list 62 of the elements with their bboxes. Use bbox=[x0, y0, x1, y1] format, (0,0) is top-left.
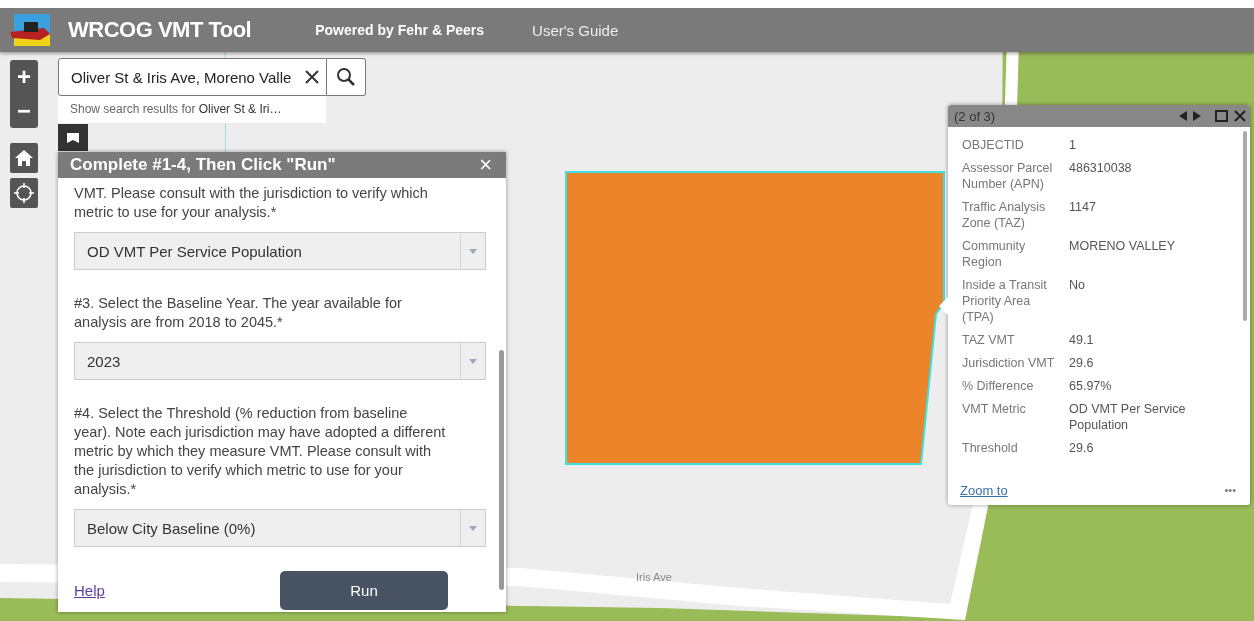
feature-counter: (2 of 3) bbox=[954, 108, 997, 124]
dropdown[interactable]: OD VMT Per Service Population bbox=[74, 232, 486, 270]
caret-icon bbox=[469, 525, 477, 531]
close-button[interactable] bbox=[1234, 110, 1246, 122]
caret-icon bbox=[469, 358, 477, 364]
home-button[interactable] bbox=[10, 143, 38, 173]
run-button[interactable]: Run bbox=[280, 571, 448, 610]
field-label: Traffic Analysis Zone (TAZ) bbox=[962, 199, 1047, 231]
zoom-in-button[interactable]: + bbox=[10, 60, 38, 94]
search-icon bbox=[336, 67, 356, 87]
question-text: VMT. Please consult with the jurisdiction to verify which metric to use for your analysis.* bbox=[74, 184, 429, 222]
panel-title: Complete #1-4, Then Click "Run" bbox=[70, 155, 336, 175]
field-value: 1 bbox=[1069, 137, 1077, 153]
crosshair-icon bbox=[14, 183, 34, 203]
dropdown[interactable]: 2023 bbox=[74, 342, 486, 380]
help-link[interactable]: Help bbox=[74, 582, 105, 599]
caret-icon bbox=[469, 248, 477, 254]
more-button[interactable]: ••• bbox=[1224, 484, 1236, 496]
field-value: 486310038 bbox=[1069, 160, 1133, 177]
header-link[interactable]: Powered by Fehr & Peers bbox=[315, 22, 485, 38]
clear-icon[interactable] bbox=[304, 69, 320, 85]
locate-button[interactable] bbox=[10, 178, 38, 208]
scrollbar[interactable] bbox=[1243, 131, 1247, 321]
question-text: #3. Select the Baseline Year. The year available for analysis are from 2018 to 2045.* bbox=[74, 294, 403, 332]
field-label: Jurisdiction VMT bbox=[962, 355, 1056, 371]
scrollbar[interactable] bbox=[499, 350, 504, 590]
field-value: 65.97% bbox=[1069, 378, 1113, 394]
zoom-out-button[interactable]: − bbox=[10, 94, 38, 128]
layer-button[interactable] bbox=[58, 124, 88, 151]
home-icon bbox=[14, 149, 34, 167]
dropdown[interactable]: Below City Baseline (0%) bbox=[74, 509, 486, 547]
close-icon bbox=[1234, 110, 1246, 122]
field-value: OD VMT Per Service Population bbox=[1069, 401, 1187, 433]
search-field[interactable]: Oliver St & Iris Ave, Moreno Valle bbox=[58, 58, 327, 96]
field-label: Inside a Transit Priority Area (TPA) bbox=[962, 277, 1048, 325]
field-label: VMT Metric bbox=[962, 401, 1027, 418]
field-value: MORENO VALLEY bbox=[1069, 238, 1177, 255]
field-label: TAZ VMT bbox=[962, 332, 1016, 348]
right-arrow-icon bbox=[1193, 111, 1201, 121]
next-button[interactable] bbox=[1193, 111, 1201, 121]
field-label: % Difference bbox=[962, 378, 1035, 394]
field-label: Community Region bbox=[962, 238, 1027, 270]
field-label: Assessor Parcel Number (APN) bbox=[962, 160, 1054, 192]
search-suggestion[interactable]: Show search results for Oliver St & Iri… bbox=[58, 96, 326, 123]
close-button[interactable]: × bbox=[479, 152, 492, 178]
app-title: WRCOG VMT Tool bbox=[68, 17, 252, 43]
field-value: 29.6 bbox=[1069, 355, 1095, 371]
question-text: #4. Select the Threshold (% reduction from baseline year). Note each jurisdiction may have adopted a different metric by which they measure VMT. Please consult with the jurisdiction to verify which metric to use for your analysis.* bbox=[74, 404, 447, 499]
field-value: 49.1 bbox=[1069, 332, 1095, 348]
maximize-icon bbox=[1215, 110, 1228, 122]
zoom-to-link[interactable]: Zoom to bbox=[960, 482, 1008, 498]
left-arrow-icon bbox=[1179, 111, 1187, 121]
maximize-button[interactable] bbox=[1215, 110, 1228, 122]
field-value: 1147 bbox=[1069, 199, 1097, 216]
field-label: OBJECTID bbox=[962, 137, 1025, 153]
field-value: 29.6 bbox=[1069, 440, 1095, 456]
field-label: Threshold bbox=[962, 440, 1019, 456]
search-button[interactable] bbox=[327, 58, 366, 96]
road-label: Iris Ave bbox=[636, 571, 672, 583]
field-value: No bbox=[1069, 277, 1086, 294]
header-link[interactable]: User's Guide bbox=[532, 21, 619, 39]
previous-button[interactable] bbox=[1179, 111, 1187, 121]
